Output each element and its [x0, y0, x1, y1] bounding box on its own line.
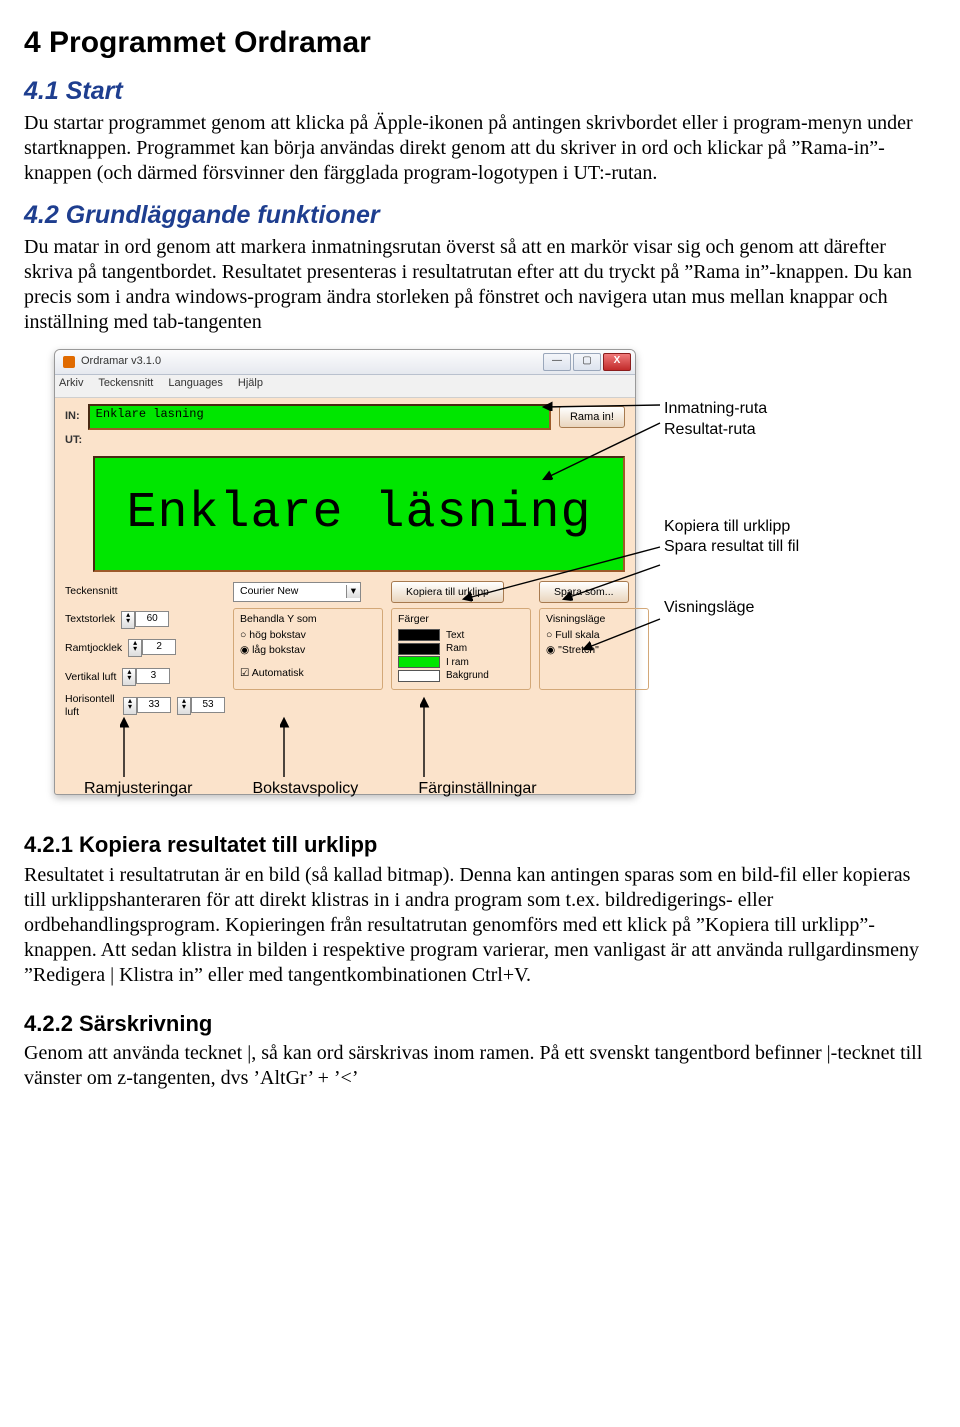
heading-4-2-1: 4.2.1 Kopiera resultatet till urklipp: [24, 831, 936, 859]
bottom-callouts: Ramjusteringar Bokstavspolicy Färginstäl…: [84, 779, 537, 799]
body-4-2: Du matar in ord genom att markera inmatn…: [24, 235, 936, 335]
body-4-1: Du startar programmet genom att klicka p…: [24, 111, 936, 186]
heading-4-2: 4.2 Grundläggande funktioner: [24, 200, 936, 231]
app-screenshot: Ordramar v3.1.0 — ▢ X Arkiv Teckensnitt …: [24, 349, 932, 809]
callout-ramjusteringar: Ramjusteringar: [84, 779, 192, 799]
heading-4-1: 4.1 Start: [24, 76, 936, 107]
heading-4: 4 Programmet Ordramar: [24, 24, 936, 62]
callout-bokstavspolicy: Bokstavspolicy: [252, 779, 358, 799]
callout-arrows: [24, 349, 932, 809]
heading-4-2-2: 4.2.2 Särskrivning: [24, 1010, 936, 1038]
body-4-2-2: Genom att använda tecknet |, så kan ord …: [24, 1041, 936, 1091]
body-4-2-1: Resultatet i resultatrutan är en bild (s…: [24, 863, 936, 988]
callout-farginstallningar: Färginställningar: [418, 779, 536, 799]
